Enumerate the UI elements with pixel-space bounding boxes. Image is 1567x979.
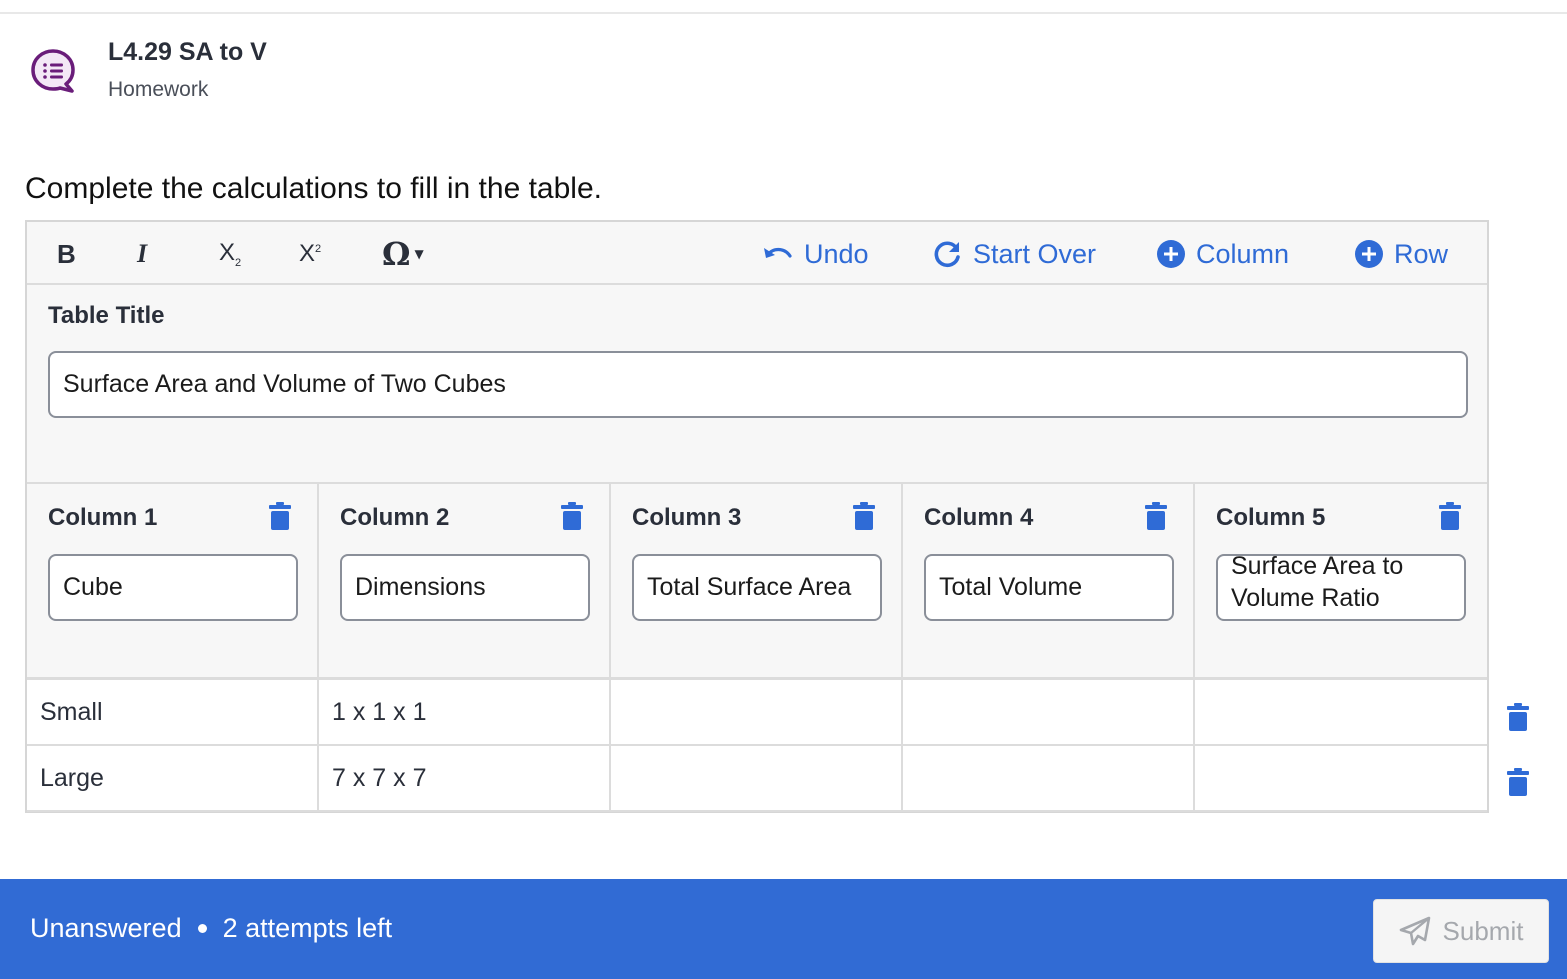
delete-column-icon[interactable]: [561, 502, 583, 530]
table-cell[interactable]: [611, 746, 903, 810]
assignment-chat-icon: [31, 49, 75, 93]
refresh-icon: [934, 241, 960, 267]
table-cell[interactable]: 1 x 1 x 1: [319, 680, 611, 744]
bold-icon: B: [57, 238, 76, 269]
subscript-button[interactable]: X2: [219, 236, 241, 272]
superscript-button[interactable]: X2: [299, 236, 321, 272]
table-cell[interactable]: Large: [27, 746, 319, 810]
column-name: Column 2: [340, 504, 450, 531]
column-header-input[interactable]: Cube: [48, 554, 298, 621]
subscript-icon: X2: [219, 239, 242, 269]
table-cell[interactable]: [1195, 746, 1487, 810]
start-over-label: Start Over: [973, 238, 1097, 269]
table-cell[interactable]: [611, 680, 903, 744]
undo-button[interactable]: Undo: [762, 236, 869, 272]
start-over-button[interactable]: Start Over: [933, 236, 1096, 272]
answer-status: Unanswered: [30, 913, 182, 943]
table-editor: B I X2 X2 Ω ▼ Undo Start Over Column Row …: [25, 220, 1489, 813]
table-title-label: Table Title: [48, 302, 165, 329]
table-row: Small 1 x 1 x 1: [27, 680, 1487, 746]
column-name: Column 4: [924, 504, 1034, 531]
delete-row-icon[interactable]: [1507, 703, 1529, 731]
plus-circle-icon: [1355, 240, 1383, 268]
undo-icon: [764, 247, 792, 258]
column-header-4: Column 4 Total Volume: [903, 484, 1195, 677]
delete-row-icon[interactable]: [1507, 768, 1529, 796]
column-header-2: Column 2 Dimensions: [319, 484, 611, 677]
submit-button[interactable]: Submit: [1373, 899, 1549, 963]
table-cell[interactable]: [1195, 680, 1487, 744]
italic-icon: I: [137, 239, 148, 268]
caret-down-icon: ▼: [414, 247, 424, 261]
column-name: Column 5: [1216, 504, 1326, 531]
delete-column-icon[interactable]: [1145, 502, 1167, 530]
attempts-remaining: 2 attempts left: [222, 913, 393, 943]
assignment-title: L4.29 SA to V: [108, 38, 267, 66]
delete-column-icon[interactable]: [269, 502, 291, 530]
separator-dot: [197, 924, 207, 933]
column-header-input[interactable]: Total Volume: [924, 554, 1174, 621]
assignment-type: Homework: [108, 78, 209, 101]
column-header-input[interactable]: Total Surface Area: [632, 554, 882, 621]
add-column-button[interactable]: Column: [1156, 236, 1289, 272]
column-header-text: Surface Area to Volume Ratio: [1231, 554, 1404, 612]
top-divider: [0, 12, 1567, 14]
submit-label: Submit: [1442, 915, 1524, 946]
special-characters-button[interactable]: Ω ▼: [382, 235, 424, 273]
table-row: Large 7 x 7 x 7: [27, 746, 1487, 812]
paper-plane-icon: [1399, 916, 1430, 946]
superscript-icon: X2: [299, 240, 322, 267]
column-name: Column 3: [632, 504, 742, 531]
undo-label: Undo: [804, 238, 869, 269]
delete-column-icon[interactable]: [1439, 502, 1461, 530]
editor-toolbar: B I X2 X2 Ω ▼ Undo Start Over Column Row: [27, 222, 1487, 285]
table-title-input[interactable]: [48, 351, 1468, 418]
table-cell[interactable]: [903, 746, 1195, 810]
italic-button[interactable]: I: [137, 236, 147, 272]
column-headers: Column 1 Cube Column 2 Dimensions Column…: [27, 482, 1487, 680]
plus-circle-icon: [1157, 240, 1185, 268]
table-cell[interactable]: 7 x 7 x 7: [319, 746, 611, 810]
question-prompt: Complete the calculations to fill in the…: [25, 172, 602, 205]
column-name: Column 1: [48, 504, 158, 531]
delete-column-icon[interactable]: [853, 502, 875, 530]
column-header-input[interactable]: Surface Area to Volume Ratio: [1216, 554, 1466, 621]
column-header-1: Column 1 Cube: [27, 484, 319, 677]
add-column-label: Column: [1196, 238, 1290, 269]
column-header-5: Column 5 Surface Area to Volume Ratio: [1195, 484, 1487, 677]
column-header-input[interactable]: Dimensions: [340, 554, 590, 621]
table-body: Small 1 x 1 x 1 Large 7 x 7 x 7: [27, 680, 1487, 812]
add-row-label: Row: [1394, 238, 1449, 269]
add-row-button[interactable]: Row: [1354, 236, 1448, 272]
table-cell[interactable]: Small: [27, 680, 319, 744]
submission-footer: Unanswered 2 attempts left Submit: [0, 879, 1567, 979]
column-header-3: Column 3 Total Surface Area: [611, 484, 903, 677]
bold-button[interactable]: B: [57, 236, 76, 272]
omega-icon: Ω: [382, 235, 411, 273]
table-cell[interactable]: [903, 680, 1195, 744]
submission-status: Unanswered 2 attempts left: [30, 913, 392, 944]
